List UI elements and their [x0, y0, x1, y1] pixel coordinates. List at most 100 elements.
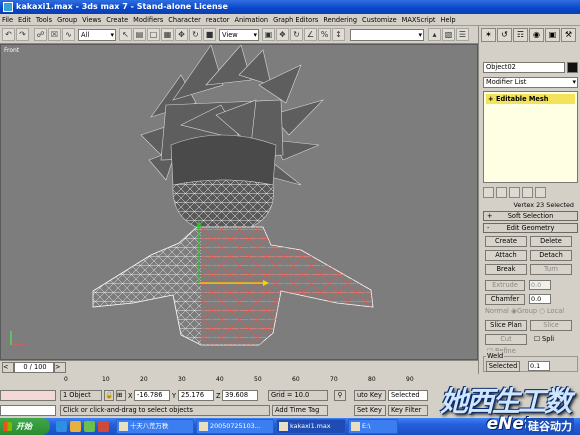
expand-icon[interactable]: +: [488, 94, 494, 104]
extrude-amount-spinner[interactable]: 0.0: [529, 280, 551, 290]
extrude-button[interactable]: Extrude: [485, 280, 525, 291]
chamfer-button[interactable]: Chamfer: [485, 294, 525, 305]
spinner-snap-icon[interactable]: ↕: [332, 28, 345, 41]
create-button[interactable]: Create: [485, 236, 527, 247]
percent-snap-icon[interactable]: %: [318, 28, 331, 41]
remove-modifier-icon[interactable]: [522, 187, 533, 198]
cut-button[interactable]: Cut: [485, 334, 527, 345]
slider-prev-icon[interactable]: <: [2, 362, 14, 373]
stack-item-editable-mesh[interactable]: + Editable Mesh: [486, 94, 575, 104]
attach-button[interactable]: Attach: [485, 250, 527, 261]
display-tab-icon[interactable]: ▣: [545, 28, 560, 42]
link-icon[interactable]: ☍: [34, 28, 47, 41]
align-icon[interactable]: ▧: [442, 28, 455, 41]
make-unique-icon[interactable]: [509, 187, 520, 198]
layer-manager-icon[interactable]: ☰: [456, 28, 469, 41]
time-slider[interactable]: < 0 / 100 >: [0, 360, 478, 374]
select-and-move-icon[interactable]: ✥: [175, 28, 188, 41]
motion-tab-icon[interactable]: ◉: [529, 28, 544, 42]
menu-item-reactor[interactable]: reactor: [204, 14, 233, 26]
rectangular-selection-icon[interactable]: □: [147, 28, 160, 41]
show-end-result-icon[interactable]: [496, 187, 507, 198]
modifier-stack[interactable]: + Editable Mesh: [483, 91, 578, 183]
select-object-icon[interactable]: ↖: [119, 28, 132, 41]
z-coordinate-field[interactable]: 39.608: [222, 390, 258, 401]
set-key-button[interactable]: Set Key: [354, 405, 386, 416]
create-tab-icon[interactable]: ✶: [481, 28, 496, 42]
angle-snap-icon[interactable]: ∠: [304, 28, 317, 41]
taskbar-item-1[interactable]: 十天八荒万秩: [116, 419, 194, 434]
normal-radio[interactable]: Normal ◉: [485, 306, 517, 316]
break-button[interactable]: Break: [485, 264, 527, 275]
front-viewport[interactable]: Front: [0, 44, 478, 360]
taskbar-item-3[interactable]: kakaxi1.max: [276, 419, 346, 434]
menu-item-tools[interactable]: Tools: [34, 14, 55, 26]
local-radio[interactable]: Local: [547, 306, 564, 316]
weld-selected-button[interactable]: Selected: [486, 361, 520, 372]
y-coordinate-field[interactable]: 25.176: [178, 390, 214, 401]
app-quicklaunch-icon[interactable]: [98, 421, 109, 432]
taskbar-item-2[interactable]: 20050725103...: [196, 419, 274, 434]
delete-button[interactable]: Delete: [530, 236, 572, 247]
mesh-model[interactable]: [1, 45, 478, 360]
folder-quicklaunch-icon[interactable]: [70, 421, 81, 432]
menu-item-rendering[interactable]: Rendering: [321, 14, 360, 26]
utilities-tab-icon[interactable]: ⚒: [561, 28, 576, 42]
taskbar-item-4[interactable]: E:\: [348, 419, 398, 434]
soft-selection-rollout[interactable]: + Soft Selection: [483, 211, 578, 221]
menu-item-edit[interactable]: Edit: [16, 14, 34, 26]
lock-selection-icon[interactable]: 🔒: [104, 390, 114, 401]
selected-key-dropdown[interactable]: Selected: [388, 390, 428, 401]
detach-button[interactable]: Detach: [530, 250, 572, 261]
menu-item-animation[interactable]: Animation: [232, 14, 271, 26]
select-by-name-icon[interactable]: ▤: [133, 28, 146, 41]
configure-sets-icon[interactable]: [535, 187, 546, 198]
pivot-center-icon[interactable]: ▣: [262, 28, 275, 41]
object-color-swatch[interactable]: [567, 62, 578, 73]
set-key-icon[interactable]: ⚲: [334, 390, 346, 401]
turn-button[interactable]: Turn: [530, 264, 572, 275]
slice-plane-button[interactable]: Slice Plan: [485, 320, 527, 331]
modify-tab-icon[interactable]: ↺: [497, 28, 512, 42]
redo-icon[interactable]: ↷: [16, 28, 29, 41]
mirror-icon[interactable]: ▴: [428, 28, 441, 41]
frame-counter[interactable]: 0 / 100: [14, 362, 54, 373]
maxscript-listener-mini[interactable]: [0, 390, 56, 401]
auto-key-button[interactable]: uto Key: [354, 390, 386, 401]
unlink-icon[interactable]: ☒: [48, 28, 61, 41]
key-filters-button[interactable]: Key Filter: [388, 405, 428, 416]
menu-item-graph-editors[interactable]: Graph Editors: [271, 14, 321, 26]
slice-button[interactable]: Slice: [530, 320, 572, 331]
maxscript-output-mini[interactable]: [0, 405, 56, 416]
menu-item-modifiers[interactable]: Modifiers: [131, 14, 166, 26]
object-name-field[interactable]: Object02: [483, 62, 565, 73]
menu-item-create[interactable]: Create: [104, 14, 131, 26]
hierarchy-tab-icon[interactable]: ☶: [513, 28, 528, 42]
snap-toggle-icon[interactable]: ↻: [290, 28, 303, 41]
add-time-tag-button[interactable]: Add Time Tag: [272, 405, 328, 416]
track-bar[interactable]: 0 10 20 30 40 50 60 70 80 90: [60, 376, 478, 388]
named-selection-dropdown[interactable]: [350, 29, 424, 41]
menu-item-customize[interactable]: Customize: [360, 14, 400, 26]
absolute-mode-icon[interactable]: ⊞: [116, 390, 126, 401]
menu-item-group[interactable]: Group: [55, 14, 80, 26]
media-quicklaunch-icon[interactable]: [84, 421, 95, 432]
start-button[interactable]: 开始: [0, 418, 50, 435]
x-coordinate-field[interactable]: -16.786: [134, 390, 170, 401]
chamfer-amount-spinner[interactable]: 0.0: [529, 294, 551, 304]
undo-icon[interactable]: ↶: [2, 28, 15, 41]
menu-item-views[interactable]: Views: [80, 14, 104, 26]
group-radio[interactable]: Group ○: [517, 306, 545, 316]
select-manipulate-icon[interactable]: ❖: [276, 28, 289, 41]
menu-item-character[interactable]: Character: [166, 14, 204, 26]
modifier-list-dropdown[interactable]: Modifier List: [483, 77, 578, 88]
menu-item-maxscript[interactable]: MAXScript: [400, 14, 439, 26]
reference-coordinate-dropdown[interactable]: View: [219, 29, 259, 41]
menu-item-help[interactable]: Help: [439, 14, 459, 26]
window-crossing-icon[interactable]: ▦: [161, 28, 174, 41]
selection-filter-dropdown[interactable]: All: [78, 29, 116, 41]
split-checkbox[interactable]: ☐ Spli: [534, 334, 554, 344]
select-and-rotate-icon[interactable]: ↻: [189, 28, 202, 41]
ie-quicklaunch-icon[interactable]: [56, 421, 67, 432]
bind-space-warp-icon[interactable]: ∿: [62, 28, 75, 41]
